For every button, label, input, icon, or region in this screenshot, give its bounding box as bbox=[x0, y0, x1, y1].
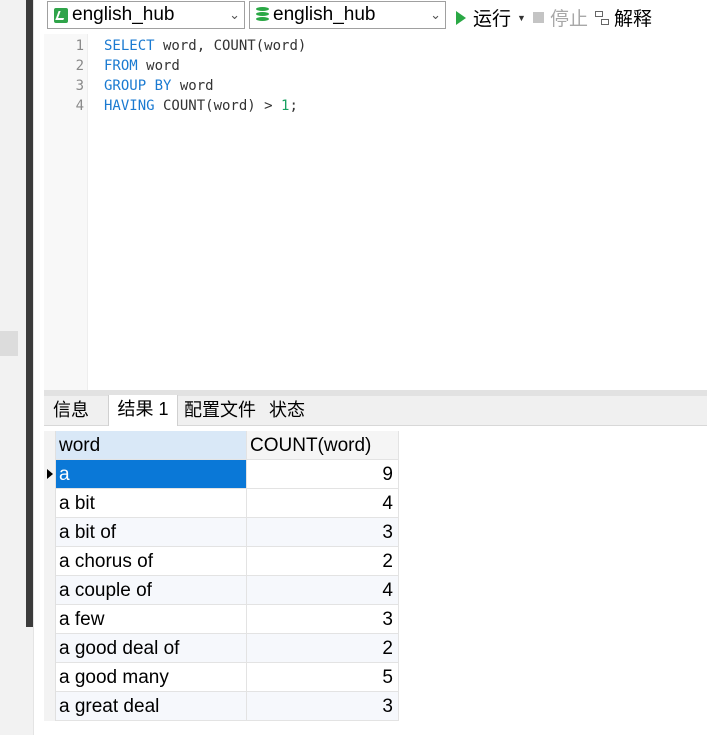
sql-text: word bbox=[171, 78, 214, 94]
cell-word[interactable]: a great deal bbox=[56, 692, 247, 721]
cell-count[interactable]: 3 bbox=[247, 518, 399, 547]
table-row[interactable]: a couple of 4 bbox=[44, 576, 399, 605]
sql-editor[interactable]: 1 SELECT word, COUNT(word) 2 FROM word 3… bbox=[44, 34, 707, 390]
row-indicator bbox=[44, 489, 56, 518]
left-panel-edge bbox=[0, 0, 34, 735]
row-indicator bbox=[44, 634, 56, 663]
line-number: 2 bbox=[75, 58, 84, 74]
column-header-word[interactable]: word bbox=[56, 431, 247, 460]
run-button-label: 运行 bbox=[473, 9, 512, 30]
sql-text: word, COUNT(word) bbox=[154, 38, 307, 54]
connection-select-value: english_hub bbox=[72, 4, 175, 25]
database-icon bbox=[256, 7, 269, 23]
cell-count[interactable]: 2 bbox=[247, 547, 399, 576]
line-number: 3 bbox=[75, 78, 84, 94]
cell-word[interactable]: a good many bbox=[56, 663, 247, 692]
tab-profile[interactable]: 配置文件 bbox=[180, 396, 260, 425]
code-line: 3 GROUP BY word bbox=[44, 76, 707, 96]
results-tabbar: 信息 结果 1 配置文件 状态 bbox=[44, 395, 707, 426]
sql-keyword: SELECT bbox=[104, 38, 155, 54]
cell-word[interactable]: a bit of bbox=[56, 518, 247, 547]
run-button[interactable]: 运行 ▼ bbox=[456, 4, 526, 31]
database-select-value: english_hub bbox=[273, 4, 376, 25]
cell-word[interactable]: a bit bbox=[56, 489, 247, 518]
row-indicator bbox=[44, 518, 56, 547]
explain-button[interactable]: 解释 bbox=[595, 4, 652, 31]
table-row[interactable]: a good many 5 bbox=[44, 663, 399, 692]
database-select[interactable]: english_hub ⌄ bbox=[249, 1, 446, 29]
stop-icon bbox=[533, 12, 544, 23]
explain-button-label: 解释 bbox=[614, 9, 653, 30]
sql-keyword: HAVING bbox=[104, 98, 155, 114]
stop-button-label: 停止 bbox=[550, 9, 589, 30]
row-indicator-header bbox=[44, 431, 56, 460]
cell-count[interactable]: 4 bbox=[247, 489, 399, 518]
cell-count[interactable]: 3 bbox=[247, 692, 399, 721]
table-row[interactable]: a bit 4 bbox=[44, 489, 399, 518]
cell-word[interactable]: a bbox=[56, 460, 247, 489]
current-row-pointer-icon bbox=[47, 469, 53, 479]
table-row[interactable]: a great deal 3 bbox=[44, 692, 399, 721]
code-line: 2 FROM word bbox=[44, 56, 707, 76]
row-indicator bbox=[44, 460, 56, 489]
table-row[interactable]: a 9 bbox=[44, 460, 399, 489]
tab-result-1[interactable]: 结果 1 bbox=[108, 395, 178, 426]
left-panel-scrollbar[interactable] bbox=[26, 0, 33, 627]
tab-info[interactable]: 信息 bbox=[44, 396, 98, 425]
table-row[interactable]: a few 3 bbox=[44, 605, 399, 634]
cell-count[interactable]: 9 bbox=[247, 460, 399, 489]
line-number: 4 bbox=[75, 98, 84, 114]
row-indicator bbox=[44, 547, 56, 576]
run-dropdown-icon[interactable]: ▼ bbox=[517, 13, 526, 23]
table-row[interactable]: a good deal of 2 bbox=[44, 634, 399, 663]
query-toolbar: english_hub ⌄ english_hub ⌄ 运行 ▼ 停止 解释 bbox=[47, 0, 707, 34]
code-line: 1 SELECT word, COUNT(word) bbox=[44, 36, 707, 56]
chevron-down-icon: ⌄ bbox=[229, 7, 240, 22]
sql-text: COUNT(word) > bbox=[154, 98, 282, 114]
column-header-count[interactable]: COUNT(word) bbox=[247, 431, 399, 460]
row-indicator bbox=[44, 605, 56, 634]
cell-count[interactable]: 5 bbox=[247, 663, 399, 692]
explain-icon bbox=[595, 10, 609, 25]
cell-word[interactable]: a couple of bbox=[56, 576, 247, 605]
table-row[interactable]: a bit of 3 bbox=[44, 518, 399, 547]
sql-text: word bbox=[137, 58, 180, 74]
play-icon bbox=[456, 10, 466, 25]
row-indicator bbox=[44, 692, 56, 721]
table-row[interactable]: a chorus of 2 bbox=[44, 547, 399, 576]
line-number: 1 bbox=[75, 38, 84, 54]
panel-collapse-grip[interactable] bbox=[0, 331, 18, 356]
cell-count[interactable]: 2 bbox=[247, 634, 399, 663]
chevron-down-icon: ⌄ bbox=[430, 7, 441, 22]
cell-word[interactable]: a few bbox=[56, 605, 247, 634]
grid-header: word COUNT(word) bbox=[44, 431, 399, 460]
sql-terminator: ; bbox=[289, 98, 298, 114]
cell-word[interactable]: a good deal of bbox=[56, 634, 247, 663]
cell-count[interactable]: 4 bbox=[247, 576, 399, 605]
sql-keyword: GROUP BY bbox=[104, 78, 172, 94]
tab-status[interactable]: 状态 bbox=[262, 396, 312, 425]
code-line: 4 HAVING COUNT(word) > 1; bbox=[44, 96, 707, 116]
sql-keyword: FROM bbox=[104, 58, 138, 74]
row-indicator bbox=[44, 663, 56, 692]
row-indicator bbox=[44, 576, 56, 605]
stop-button[interactable]: 停止 bbox=[533, 4, 588, 31]
connection-icon bbox=[54, 7, 68, 23]
cell-count[interactable]: 3 bbox=[247, 605, 399, 634]
connection-select[interactable]: english_hub ⌄ bbox=[47, 1, 245, 29]
cell-word[interactable]: a chorus of bbox=[56, 547, 247, 576]
